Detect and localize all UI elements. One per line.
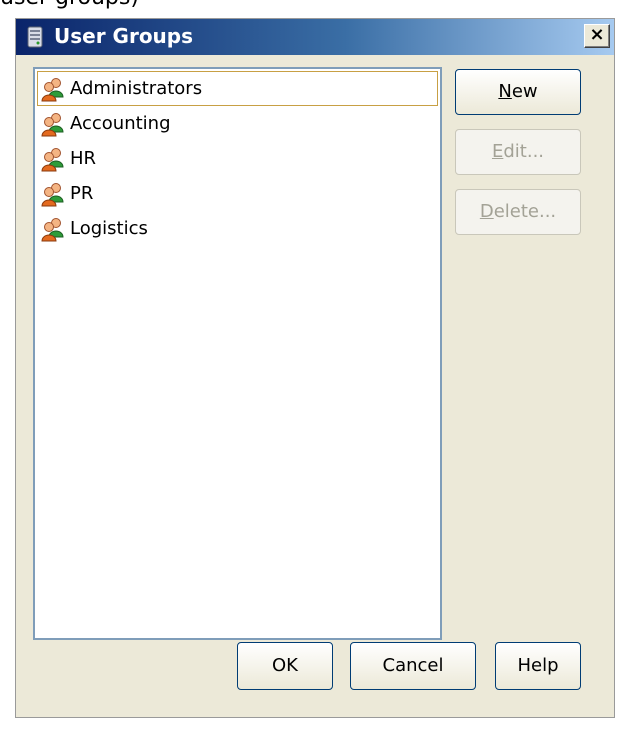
new-label-rest: ew bbox=[511, 81, 538, 102]
list-item-administrators[interactable]: Administrators bbox=[37, 71, 438, 106]
user-group-icon bbox=[41, 147, 64, 171]
cancel-button[interactable]: Cancel bbox=[350, 642, 476, 690]
list-item-hr[interactable]: HR bbox=[37, 141, 438, 176]
delete-label-rest: elete... bbox=[493, 201, 557, 222]
close-icon: × bbox=[589, 24, 605, 45]
list-item-label: Administrators bbox=[70, 78, 203, 99]
list-item-pr[interactable]: PR bbox=[37, 176, 438, 211]
help-button[interactable]: Help bbox=[495, 642, 581, 690]
list-item-label: Accounting bbox=[70, 113, 171, 134]
edit-label-rest: dit... bbox=[503, 141, 545, 162]
user-group-icon bbox=[41, 112, 64, 136]
user-groups-list[interactable]: Administrators Accounting HR PR Logistic… bbox=[33, 67, 442, 640]
edit-button[interactable]: Edit... bbox=[455, 129, 581, 175]
list-item-logistics[interactable]: Logistics bbox=[37, 211, 438, 246]
delete-button[interactable]: Delete... bbox=[455, 189, 581, 235]
list-item-label: Logistics bbox=[70, 218, 148, 239]
new-button[interactable]: New bbox=[455, 69, 581, 115]
user-group-icon bbox=[41, 77, 64, 101]
new-mnemonic: N bbox=[498, 81, 512, 102]
list-item-label: PR bbox=[70, 183, 94, 204]
top-caption: user groups) bbox=[0, 0, 139, 10]
list-item-accounting[interactable]: Accounting bbox=[37, 106, 438, 141]
delete-mnemonic: D bbox=[479, 201, 494, 222]
user-group-icon bbox=[41, 217, 64, 241]
edit-mnemonic: E bbox=[491, 141, 504, 162]
list-item-label: HR bbox=[70, 148, 97, 169]
ok-button[interactable]: OK bbox=[237, 642, 333, 690]
server-icon bbox=[27, 26, 43, 48]
close-button[interactable]: × bbox=[584, 24, 610, 48]
title-bar: User Groups × bbox=[16, 19, 614, 55]
dialog-title: User Groups bbox=[54, 24, 194, 48]
user-groups-dialog: User Groups × Administrators Accounting bbox=[15, 18, 615, 718]
user-group-icon bbox=[41, 182, 64, 206]
